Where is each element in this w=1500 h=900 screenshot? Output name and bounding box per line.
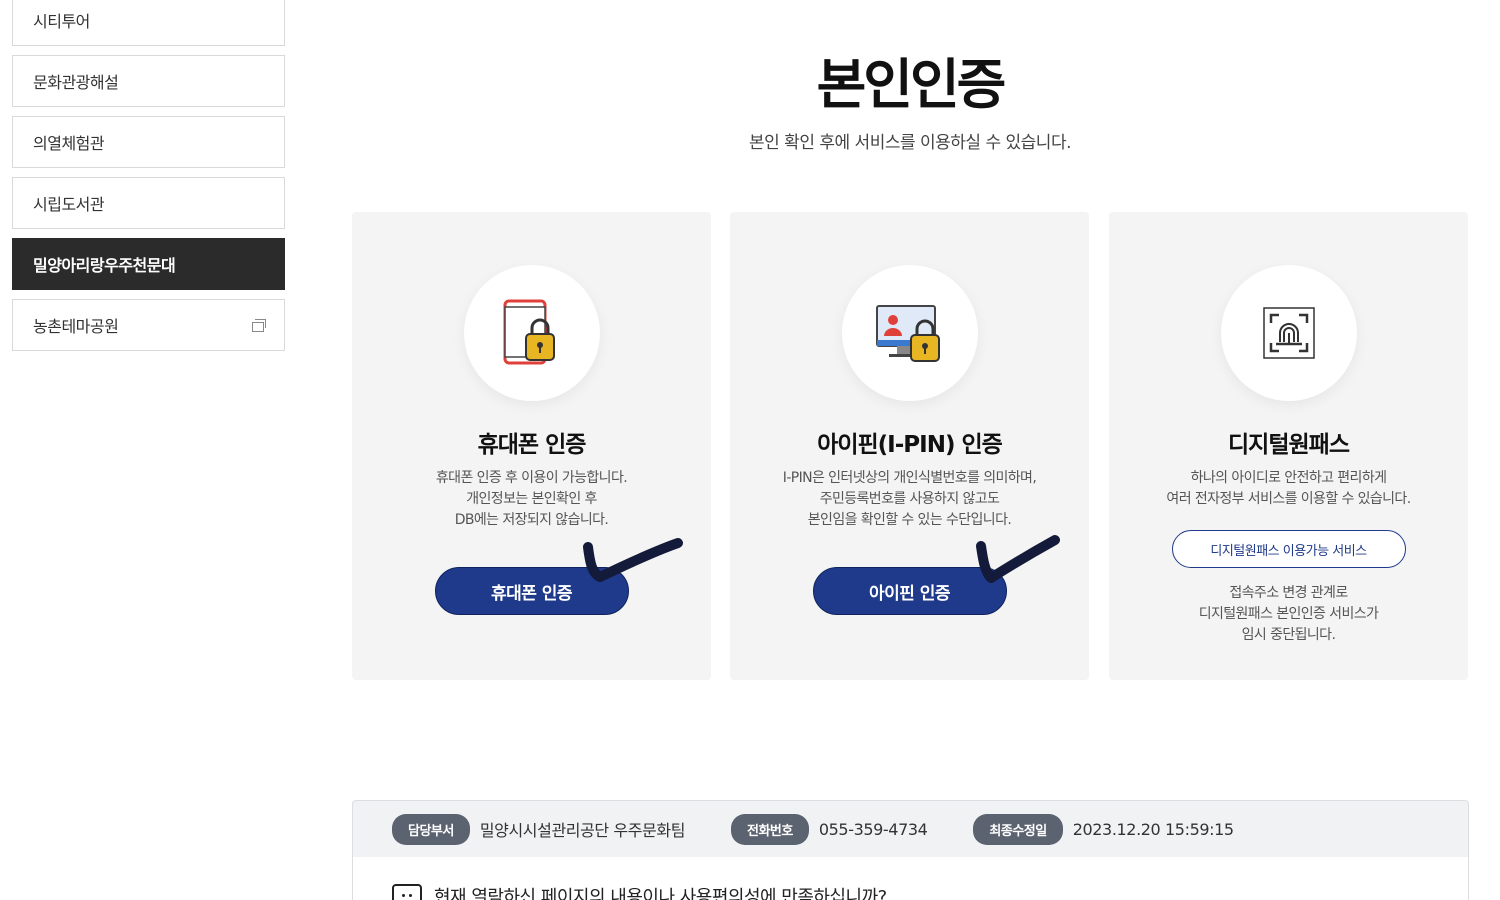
desc-line: 본인임을 확인할 수 있는 수단입니다.: [807, 512, 1012, 528]
note-line: 임시 중단됩니다.: [1241, 627, 1336, 643]
desc-line: I-PIN은 인터넷상의 개인식별번호를 의미하며,: [782, 470, 1037, 486]
digital-onepass-services-button[interactable]: 디지털원패스 이용가능 서비스: [1171, 530, 1406, 568]
sidebar-item-label: 밀양아리랑우주천문대: [33, 256, 176, 275]
sidebar-item-label: 시티투어: [33, 12, 90, 31]
new-window-icon: [252, 319, 266, 332]
desc-line: 휴대폰 인증 후 이용이 가능합니다.: [435, 470, 628, 486]
satisfaction-survey: 현재 열람하신 페이지의 내용이나 사용편의성에 만족하십니까?: [352, 857, 1469, 900]
dept-value: 밀양시시설관리공단 우주문화팀: [479, 821, 686, 840]
sidebar-item-theme-park[interactable]: 농촌테마공원: [12, 299, 285, 351]
ipin-auth-description: I-PIN은 인터넷상의 개인식별번호를 의미하며, 주민등록번호를 사용하지 …: [730, 468, 1089, 531]
fingerprint-icon: [1220, 265, 1357, 401]
digital-onepass-card: 디지털원패스 하나의 아이디로 안전하고 편리하게 여러 전자정부 서비스를 이…: [1109, 212, 1468, 680]
phone-auth-button[interactable]: 휴대폰 인증: [434, 567, 629, 615]
sidebar: 시티투어 문화관광해설 의열체험관 시립도서관 밀양아리랑우주천문대 농촌테마공…: [12, 0, 285, 360]
updated-label: 최종수정일: [973, 813, 1063, 845]
face-icon: [392, 884, 422, 900]
sidebar-item-label: 의열체험관: [33, 134, 105, 153]
ipin-auth-card: 아이핀(I-PIN) 인증 I-PIN은 인터넷상의 개인식별번호를 의미하며,…: [730, 212, 1089, 680]
desc-line: 여러 전자정부 서비스를 이용할 수 있습니다.: [1166, 491, 1411, 507]
phone-auth-card: 휴대폰 인증 휴대폰 인증 후 이용이 가능합니다. 개인정보는 본인확인 후 …: [352, 212, 711, 680]
note-line: 디지털원패스 본인인증 서비스가: [1198, 606, 1379, 622]
sidebar-item-label: 문화관광해설: [33, 73, 119, 92]
digital-onepass-description: 하나의 아이디로 안전하고 편리하게 여러 전자정부 서비스를 이용할 수 있습…: [1109, 468, 1468, 510]
sidebar-item-library[interactable]: 시립도서관: [12, 177, 285, 229]
digital-onepass-title: 디지털원패스: [1228, 432, 1350, 458]
monitor-lock-icon: [841, 265, 978, 401]
ipin-auth-title: 아이핀(I-PIN) 인증: [817, 432, 1003, 458]
page-info-bar: 담당부서 밀양시시설관리공단 우주문화팀 전화번호 055-359-4734 최…: [352, 800, 1469, 858]
sidebar-item-label: 시립도서관: [33, 195, 105, 214]
sidebar-item-label: 농촌테마공원: [33, 317, 119, 336]
note-line: 접속주소 변경 관계로: [1229, 585, 1348, 601]
sidebar-item-patriot-hall[interactable]: 의열체험관: [12, 116, 285, 168]
satisfaction-question: 현재 열람하신 페이지의 내용이나 사용편의성에 만족하십니까?: [434, 887, 887, 900]
desc-line: DB에는 저장되지 않습니다.: [454, 512, 609, 528]
page-title: 본인인증: [816, 53, 1007, 116]
updated-value: 2023.12.20 15:59:15: [1072, 819, 1234, 839]
phone-label: 전화번호: [731, 813, 809, 845]
page-subtitle: 본인 확인 후에 서비스를 이용하실 수 있습니다.: [749, 133, 1072, 153]
sidebar-item-culture-guide[interactable]: 문화관광해설: [12, 55, 285, 107]
phone-value: 055-359-4734: [818, 819, 928, 839]
sidebar-item-observatory[interactable]: 밀양아리랑우주천문대: [12, 238, 285, 290]
sidebar-item-citytour[interactable]: 시티투어: [12, 0, 285, 46]
desc-line: 개인정보는 본인확인 후: [466, 491, 597, 507]
phone-auth-description: 휴대폰 인증 후 이용이 가능합니다. 개인정보는 본인확인 후 DB에는 저장…: [352, 468, 711, 531]
desc-line: 주민등록번호를 사용하지 않고도: [819, 491, 1000, 507]
ipin-auth-button[interactable]: 아이핀 인증: [812, 567, 1007, 615]
digital-onepass-notice: 접속주소 변경 관계로 디지털원패스 본인인증 서비스가 임시 중단됩니다.: [1109, 583, 1468, 646]
dept-label: 담당부서: [392, 813, 470, 845]
phone-lock-icon: [463, 265, 600, 401]
phone-auth-title: 휴대폰 인증: [477, 432, 587, 458]
desc-line: 하나의 아이디로 안전하고 편리하게: [1190, 470, 1387, 486]
